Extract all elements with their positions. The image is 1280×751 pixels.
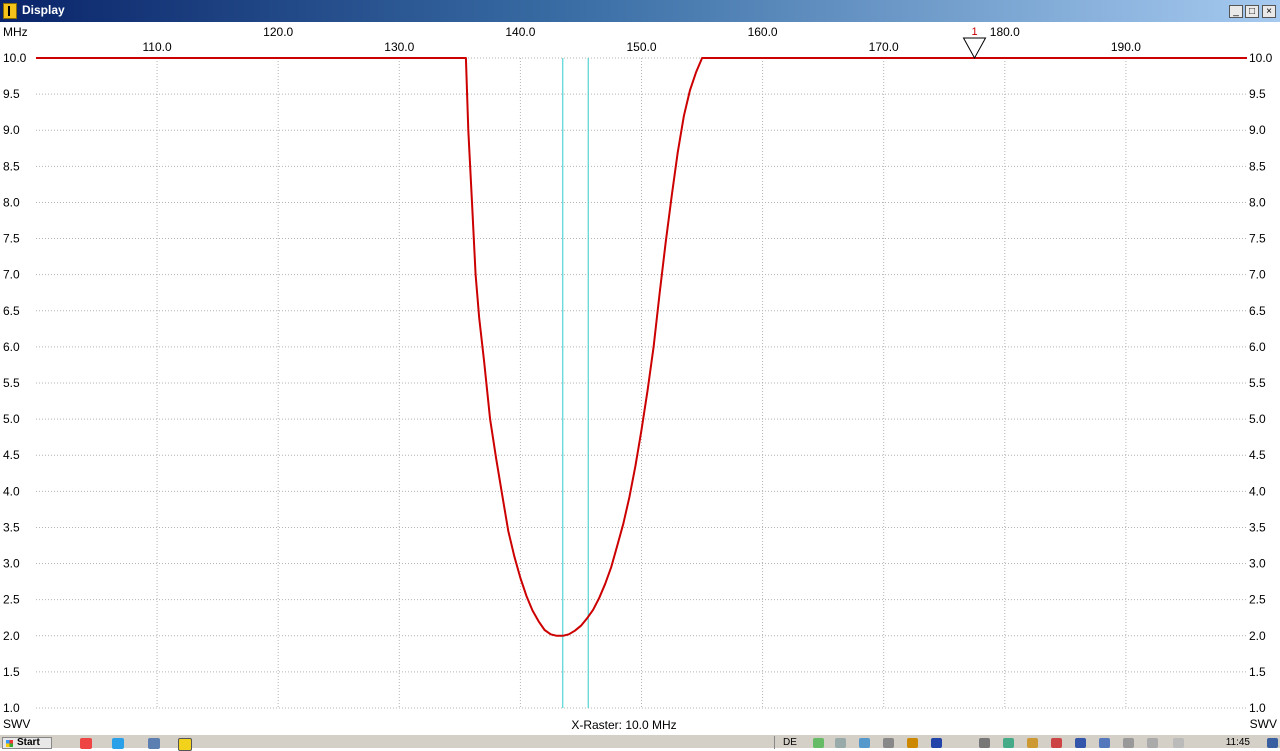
y-tick-label-right: 5.0 — [1249, 412, 1266, 426]
y-unit-label-left: SWV — [3, 717, 30, 731]
start-button[interactable]: Start — [2, 737, 52, 749]
app-icon — [3, 3, 17, 19]
swr-chart: MHz SWV SWV X-Raster: 10.0 MHz 10.0 10.0 9… — [3, 25, 1277, 732]
tray-flag-icon[interactable] — [1123, 738, 1134, 748]
x-tick-label: 130.0 — [384, 40, 414, 54]
y-tick-label-right: 4.0 — [1249, 484, 1266, 498]
y-tick-label-right: 1.0 — [1249, 701, 1266, 715]
tray-app-icon[interactable] — [813, 738, 824, 748]
y-tick-label-right: 6.5 — [1249, 304, 1266, 318]
system-tray: DE 11:45 — [774, 736, 1280, 749]
marker-triangle — [962, 37, 987, 60]
y-tick-label-right: 2.5 — [1249, 593, 1266, 607]
tray-security-icon[interactable] — [1027, 738, 1038, 748]
y-tick-label-left: 2.0 — [3, 629, 20, 643]
x-tick-label: 150.0 — [626, 40, 656, 54]
grid — [36, 57, 1247, 709]
tray-tool-icon[interactable] — [979, 738, 990, 748]
y-tick-label-left: 8.5 — [3, 159, 20, 173]
speaker-icon[interactable] — [1173, 738, 1184, 748]
tray-status-icon[interactable] — [907, 738, 918, 748]
y-unit-label-right: SWV — [1250, 717, 1277, 731]
y-tick-label-right: 3.5 — [1249, 520, 1266, 534]
y-tick-label-right: 7.5 — [1249, 232, 1266, 246]
y-tick-label-right: 9.0 — [1249, 123, 1266, 137]
y-tick-label-left: 4.0 — [3, 484, 20, 498]
y-tick-label-left: 7.0 — [3, 268, 20, 282]
y-tick-label-left: 2.5 — [3, 593, 20, 607]
tray-sync-icon[interactable] — [1003, 738, 1014, 748]
y-tick-label-right: 6.0 — [1249, 340, 1266, 354]
tray-user-icon[interactable] — [1099, 738, 1110, 748]
y-tick-label-left: 6.0 — [3, 340, 20, 354]
x-tick-label: 160.0 — [748, 25, 778, 39]
y-tick-label-left: 5.0 — [3, 412, 20, 426]
marker-1[interactable]: 1 — [962, 26, 987, 60]
y-tick-label-right: 7.0 — [1249, 268, 1266, 282]
volume-icon[interactable] — [1051, 738, 1062, 748]
x-tick-label: 190.0 — [1111, 40, 1141, 54]
y-tick-label-left: 10.0 — [3, 51, 27, 65]
minimize-button[interactable]: _ — [1229, 5, 1243, 18]
display-task-icon[interactable] — [178, 738, 192, 751]
y-tick-label-right: 9.5 — [1249, 87, 1266, 101]
y-tick-label-left: 1.5 — [3, 665, 20, 679]
tray-settings-icon[interactable] — [835, 738, 846, 748]
y-tick-label-left: 3.0 — [3, 557, 20, 571]
close-button[interactable]: × — [1262, 5, 1276, 18]
x-tick-label: 110.0 — [143, 40, 172, 54]
taskbar: Start DE 11:45 — [0, 734, 1280, 751]
y-tick-label-left: 8.0 — [3, 195, 20, 209]
y-tick-label-right: 8.5 — [1249, 159, 1266, 173]
show-desktop-icon[interactable] — [1267, 738, 1278, 748]
y-tick-label-left: 7.5 — [3, 232, 20, 246]
y-tick-label-right: 2.0 — [1249, 629, 1266, 643]
y-tick-label-right: 1.5 — [1249, 665, 1266, 679]
chrome-icon[interactable] — [80, 738, 92, 749]
y-tick-label-left: 1.0 — [3, 701, 20, 715]
language-indicator[interactable]: DE — [783, 737, 797, 748]
x-unit-label: MHz — [3, 25, 28, 39]
y-tick-label-left: 9.0 — [3, 123, 20, 137]
y-tick-label-left: 9.5 — [3, 87, 20, 101]
y-tick-label-left: 4.5 — [3, 448, 20, 462]
y-tick-label-left: 5.5 — [3, 376, 20, 390]
app-launcher-icon[interactable] — [148, 738, 160, 749]
marker-label: 1 — [971, 26, 977, 38]
x-ticks: 120.0 140.0 160.0 180.0 110.0 130.0 150.0 170.0… — [143, 25, 1142, 54]
tray-network-icon[interactable] — [859, 738, 870, 748]
y-tick-label-right: 5.5 — [1249, 376, 1266, 390]
window-title: Display — [22, 3, 65, 17]
y-tick-label-right: 3.0 — [1249, 557, 1266, 571]
x-raster-label: X-Raster: 10.0 MHz — [571, 718, 676, 732]
y-ticks: 10.0 10.0 9.5 9.5 9.0 9.0 8.5 8.5 8.0 8.0 7.5 7.5 7.… — [3, 51, 1273, 715]
x-tick-label: 140.0 — [505, 25, 535, 39]
bluetooth-icon[interactable] — [931, 738, 942, 748]
clock: 11:45 — [1225, 737, 1250, 748]
tray-power-icon[interactable] — [1147, 738, 1158, 748]
tray-monitor-icon[interactable] — [1075, 738, 1086, 748]
maximize-button[interactable]: □ — [1245, 5, 1259, 18]
y-tick-label-left: 3.5 — [3, 520, 20, 534]
y-tick-label-right: 4.5 — [1249, 448, 1266, 462]
window-titlebar[interactable]: Display _ □ × — [0, 0, 1280, 22]
y-tick-label-right: 10.0 — [1249, 51, 1273, 65]
y-tick-label-right: 8.0 — [1249, 195, 1266, 209]
x-tick-label: 120.0 — [263, 25, 293, 39]
skype-icon[interactable] — [112, 738, 124, 749]
tray-device-icon[interactable] — [883, 738, 894, 748]
y-tick-label-left: 6.5 — [3, 304, 20, 318]
x-tick-label: 180.0 — [990, 25, 1020, 39]
frequency-markers — [562, 58, 589, 708]
x-tick-label: 170.0 — [869, 40, 899, 54]
